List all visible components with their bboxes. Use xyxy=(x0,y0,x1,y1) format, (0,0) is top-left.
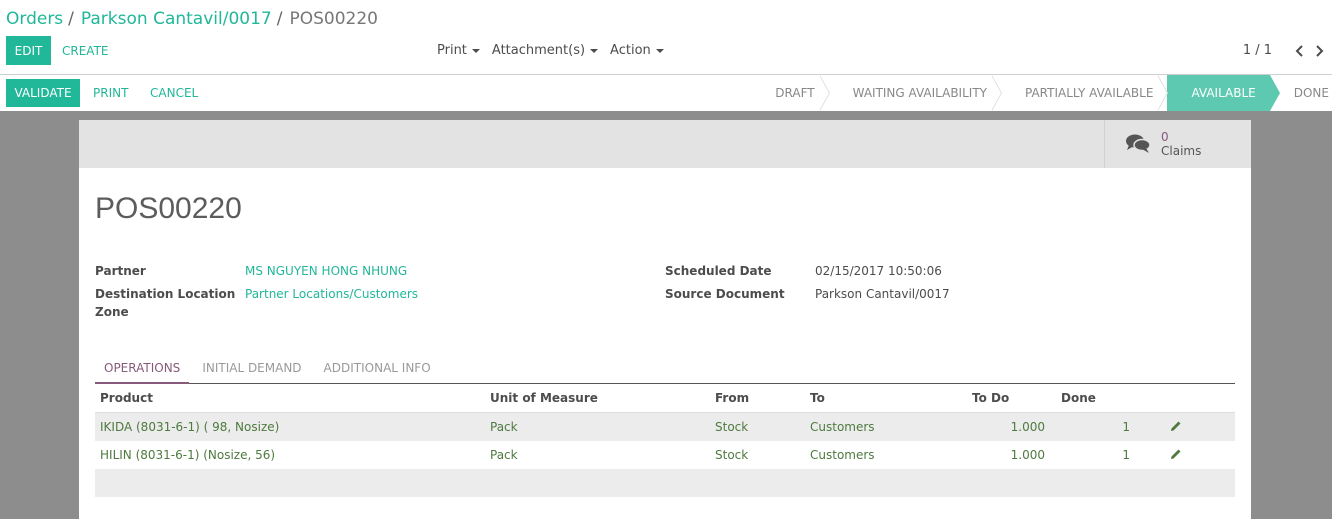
edit-button[interactable]: EDIT xyxy=(6,36,51,65)
col-from[interactable]: From xyxy=(715,391,810,405)
partner-field[interactable]: MS NGUYEN HONG NHUNG xyxy=(245,262,407,280)
breadcrumb-parent-order[interactable]: Parkson Cantavil/0017 xyxy=(81,9,272,29)
pager: 1 / 1 xyxy=(1243,36,1326,65)
breadcrumb-separator: / xyxy=(276,9,283,29)
tab-additional-info[interactable]: ADDITIONAL INFO xyxy=(311,358,440,383)
pencil-icon[interactable] xyxy=(1170,420,1182,432)
attachments-menu-label: Attachment(s) xyxy=(491,43,586,58)
print-button[interactable]: PRINT xyxy=(83,79,138,107)
attachments-menu[interactable]: Attachment(s) xyxy=(491,43,599,58)
to-cell: Customers xyxy=(810,420,875,434)
edit-cell xyxy=(1130,448,1235,463)
table-row[interactable]: IKIDA (8031-6-1) ( 98, Nosize) Pack Stoc… xyxy=(95,413,1235,441)
status-available[interactable]: AVAILABLE xyxy=(1167,75,1281,111)
uom-cell: Pack xyxy=(490,420,518,434)
col-to[interactable]: To xyxy=(810,391,930,405)
table-header: Product Unit of Measure From To To Do Do… xyxy=(95,384,1235,413)
record-title: POS00220 xyxy=(95,192,242,225)
destination-label-line2: Zone xyxy=(95,305,129,319)
button-box: 0 Claims xyxy=(79,120,1251,168)
claims-label: Claims xyxy=(1161,144,1202,158)
status-draft[interactable]: DRAFT xyxy=(763,75,830,111)
from-cell: Stock xyxy=(715,420,749,434)
product-cell: HILIN (8031-6-1) (Nosize, 56) xyxy=(100,448,276,462)
caret-down-icon xyxy=(590,48,599,53)
claims-count: 0 xyxy=(1161,130,1169,144)
col-todo[interactable]: To Do xyxy=(930,391,1045,405)
cancel-button[interactable]: CANCEL xyxy=(140,79,208,107)
pencil-icon[interactable] xyxy=(1170,448,1182,460)
product-cell: IKIDA (8031-6-1) ( 98, Nosize) xyxy=(100,420,280,434)
validate-button[interactable]: VALIDATE xyxy=(6,79,80,107)
destination-label-line1: Destination Location xyxy=(95,287,236,301)
breadcrumb-current: POS00220 xyxy=(289,9,378,29)
scheduled-date-label: Scheduled Date xyxy=(665,264,772,278)
source-document-label: Source Document xyxy=(665,287,785,301)
source-document-field[interactable]: Parkson Cantavil/0017 xyxy=(815,285,950,303)
uom-cell: Pack xyxy=(490,448,518,462)
partner-label: Partner xyxy=(95,264,146,278)
status-partially-available[interactable]: PARTIALLY AVAILABLE xyxy=(1001,75,1169,111)
sidebar-menus: Print Attachment(s) Action xyxy=(437,36,676,65)
comments-icon xyxy=(1126,134,1151,153)
todo-cell: 1.000 xyxy=(1010,448,1045,462)
pager-value[interactable]: 1 / 1 xyxy=(1243,43,1272,58)
action-menu[interactable]: Action xyxy=(610,43,664,58)
breadcrumb: Orders / Parkson Cantavil/0017 / POS0022… xyxy=(6,6,378,32)
to-cell: Customers xyxy=(810,448,875,462)
breadcrumb-separator: / xyxy=(68,9,74,29)
chevron-left-icon xyxy=(1295,44,1303,57)
breadcrumb-orders[interactable]: Orders xyxy=(6,9,63,29)
table-empty-row xyxy=(95,469,1235,497)
pager-previous-button[interactable] xyxy=(1292,44,1306,58)
col-done[interactable]: Done xyxy=(1045,391,1130,405)
status-waiting-availability[interactable]: WAITING AVAILABILITY xyxy=(829,75,1003,111)
col-uom[interactable]: Unit of Measure xyxy=(490,391,715,405)
col-product[interactable]: Product xyxy=(95,391,490,405)
chevron-right-icon xyxy=(1315,44,1323,57)
caret-down-icon xyxy=(655,48,664,53)
form-sheet: 0 Claims POS00220 Partner MS NGUYEN HONG… xyxy=(79,120,1251,519)
done-cell: 1 xyxy=(1122,448,1130,462)
scheduled-date-field[interactable]: 02/15/2017 10:50:06 xyxy=(815,262,942,280)
tab-initial-demand[interactable]: INITIAL DEMAND xyxy=(189,358,310,383)
from-cell: Stock xyxy=(715,448,749,462)
statusbar: DRAFT WAITING AVAILABILITY PARTIALLY AVA… xyxy=(763,75,1332,111)
action-menu-label: Action xyxy=(610,43,651,58)
print-menu-label: Print xyxy=(437,43,467,58)
caret-down-icon xyxy=(471,48,480,53)
done-cell: 1 xyxy=(1122,420,1130,434)
create-button[interactable]: CREATE xyxy=(52,36,119,65)
pager-next-button[interactable] xyxy=(1312,44,1326,58)
edit-cell xyxy=(1130,420,1235,435)
tab-operations[interactable]: OPERATIONS xyxy=(95,358,190,384)
form-header: VALIDATE PRINT CANCEL DRAFT WAITING AVAI… xyxy=(0,75,1332,111)
table-row[interactable]: HILIN (8031-6-1) (Nosize, 56) Pack Stock… xyxy=(95,441,1235,469)
destination-field[interactable]: Partner Locations/Customers xyxy=(245,285,418,303)
destination-label: Destination Location Zone xyxy=(95,285,235,321)
claims-button[interactable]: 0 Claims xyxy=(1104,120,1251,168)
notebook-tabs: OPERATIONS INITIAL DEMAND ADDITIONAL INF… xyxy=(95,358,1235,384)
print-menu[interactable]: Print xyxy=(437,43,480,58)
todo-cell: 1.000 xyxy=(1010,420,1045,434)
operations-table: Product Unit of Measure From To To Do Do… xyxy=(95,384,1235,497)
